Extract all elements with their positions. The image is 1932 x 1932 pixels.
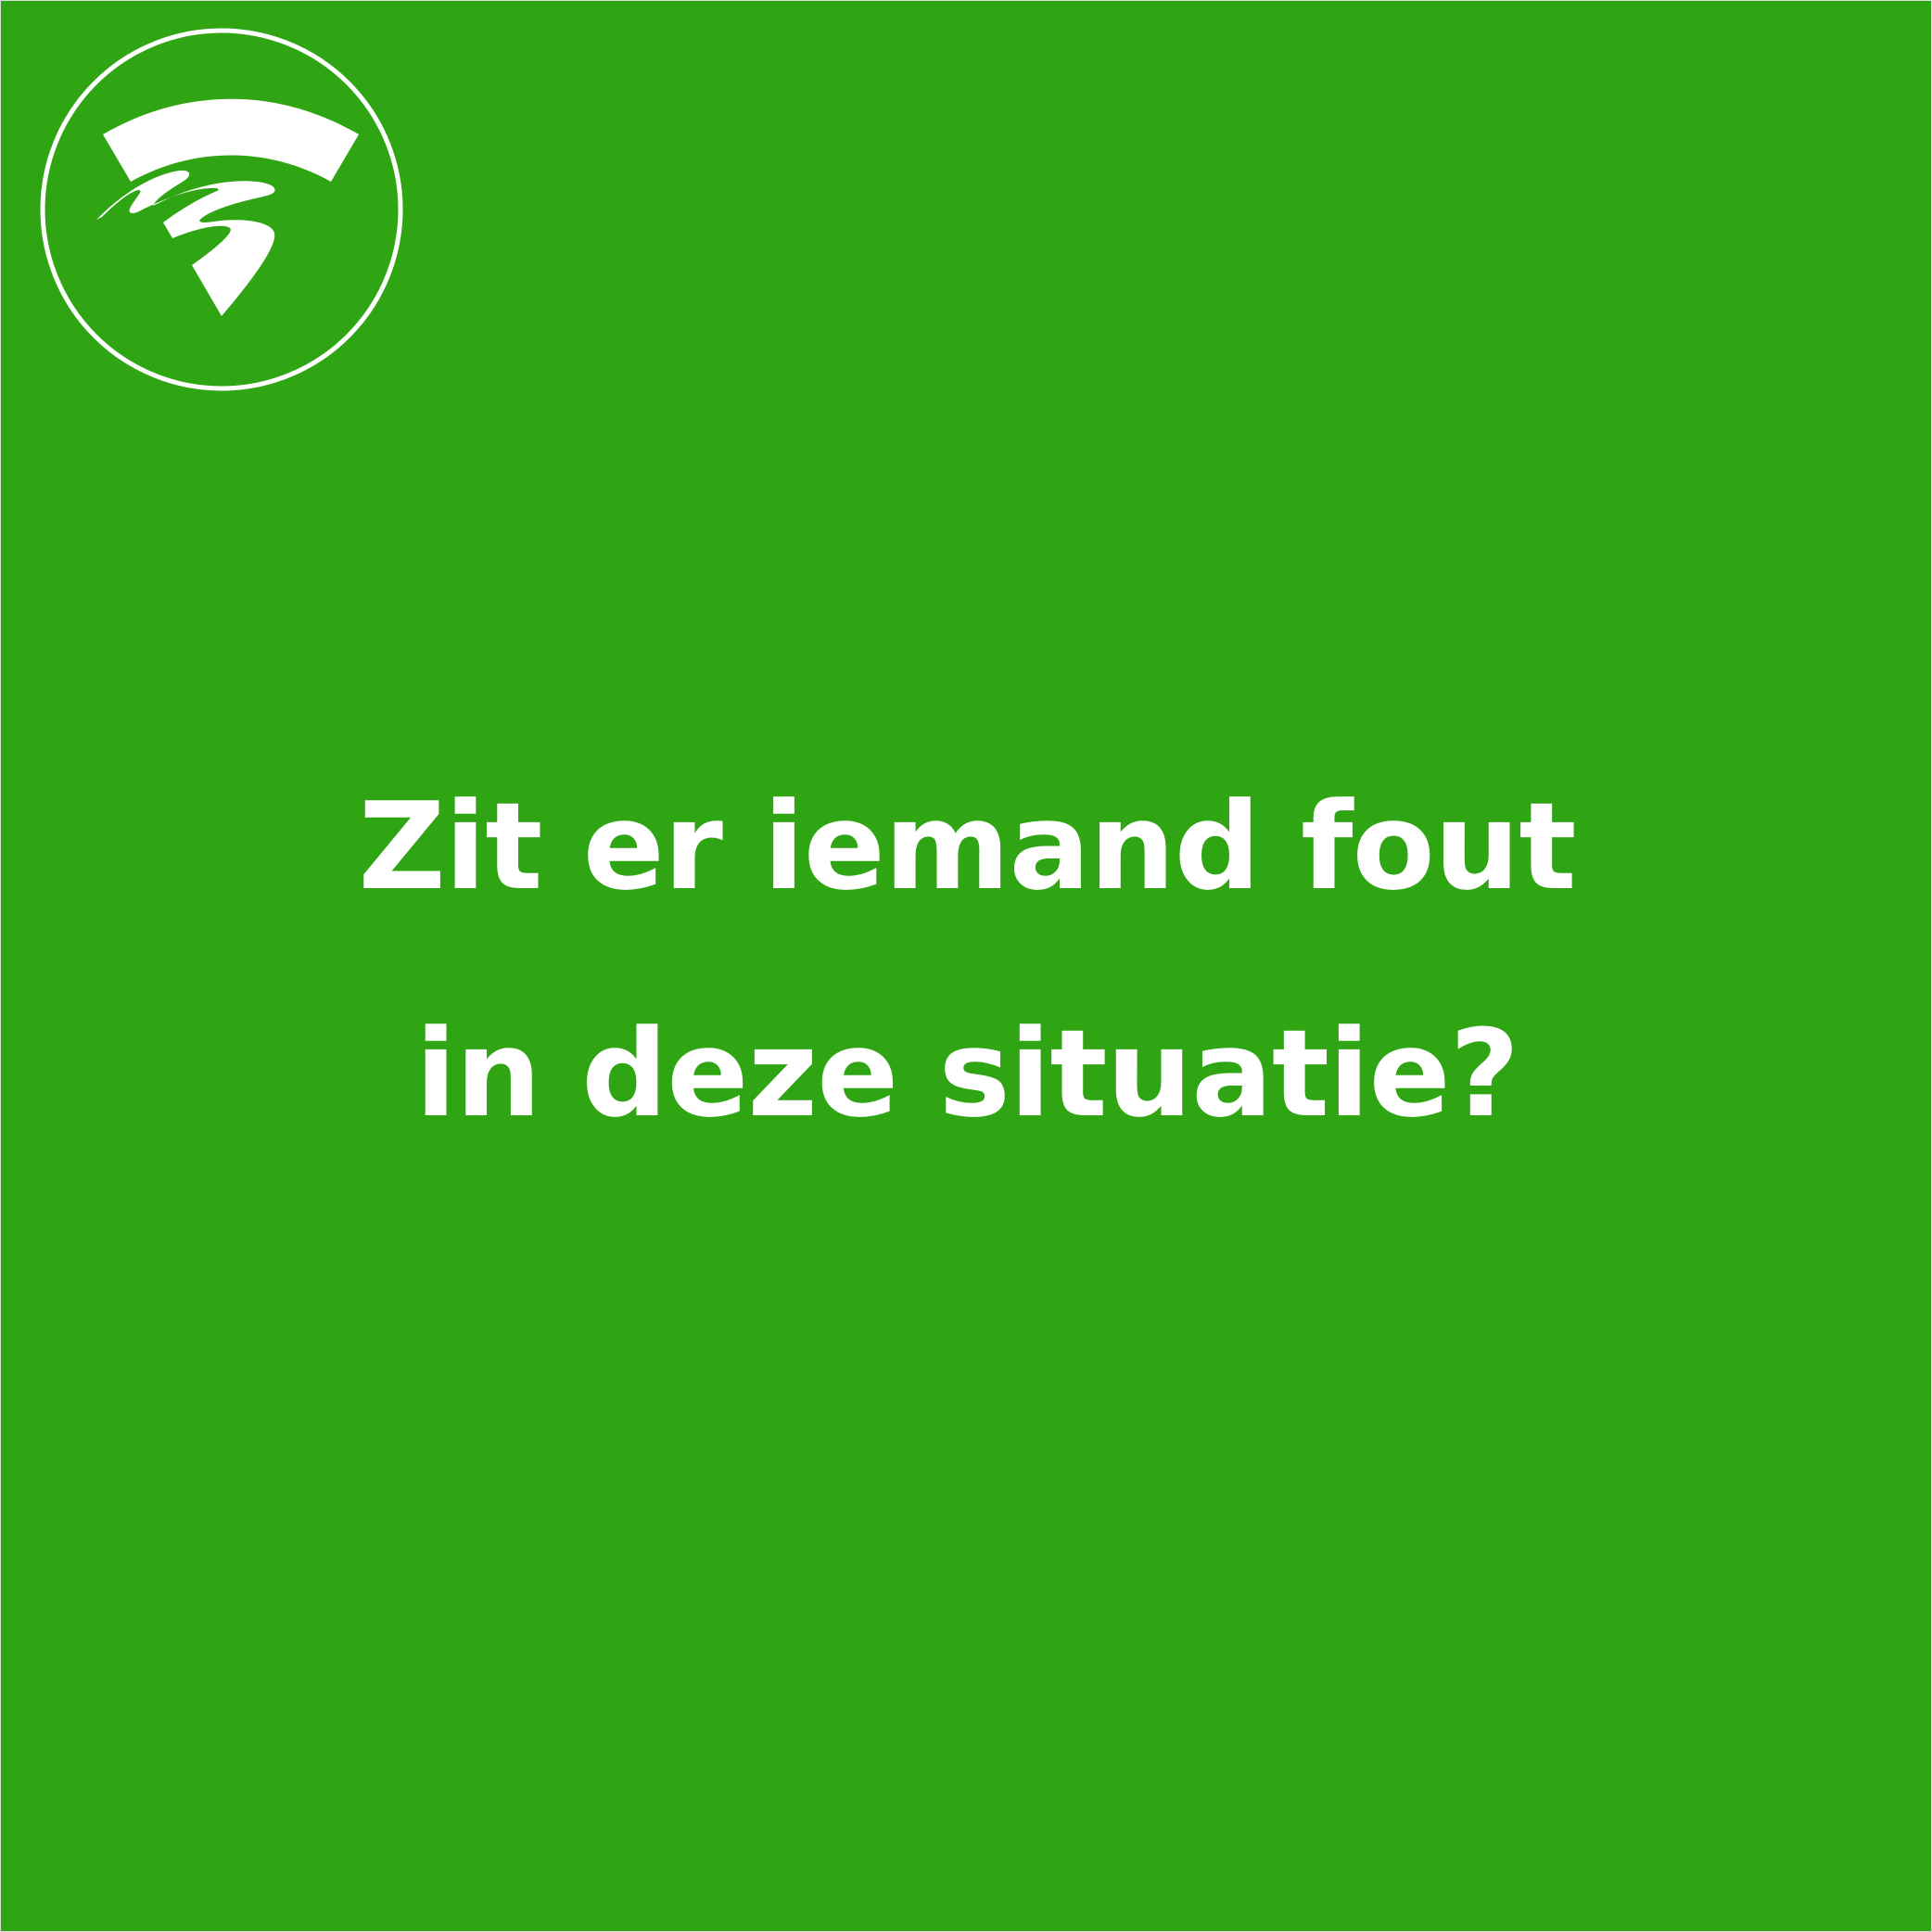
question-card: Zit er iemand fout in deze situatie?	[0, 0, 1932, 1932]
logo-icon	[38, 26, 405, 393]
headline-line-2: in deze situatie?	[414, 1003, 1519, 1144]
headline-line-1: Zit er iemand fout	[358, 776, 1576, 917]
question-headline: Zit er iemand fout in deze situatie?	[1, 733, 1931, 1188]
